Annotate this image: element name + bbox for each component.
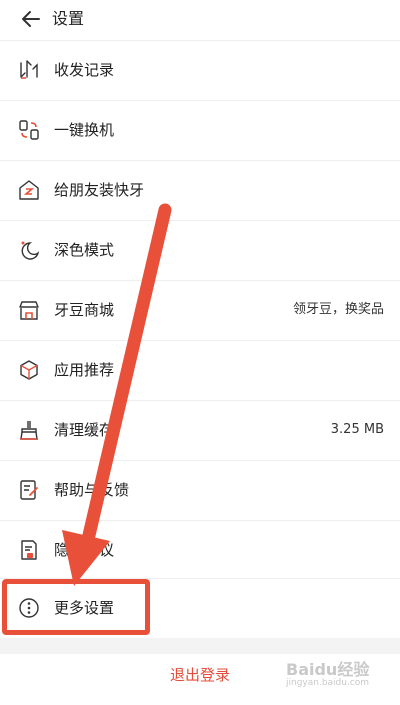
settings-item-send-records[interactable]: 收发记录 <box>0 40 400 100</box>
divider <box>0 520 400 521</box>
item-label: 帮助与反馈 <box>54 481 130 499</box>
item-label: 清理缓存 <box>54 421 115 439</box>
highlight-box <box>2 579 150 635</box>
arrow-left-icon[interactable] <box>20 8 42 30</box>
broom-icon <box>20 421 38 440</box>
item-value: 领牙豆，换奖品 <box>292 302 384 317</box>
divider <box>0 340 400 341</box>
divider <box>0 460 400 461</box>
item-label: 一键换机 <box>54 121 115 139</box>
settings-item-app-recommend[interactable]: 应用推荐 <box>0 340 400 400</box>
share-app-icon <box>19 180 39 200</box>
divider <box>0 100 400 101</box>
settings-item-clear-cache[interactable]: 清理缓存 3.25 MB <box>0 400 400 460</box>
watermark: Baidu经验 jingyan.baidu.com <box>286 650 396 695</box>
item-label: 应用推荐 <box>54 361 115 379</box>
settings-item-privacy[interactable]: 隐私协议 <box>0 520 400 580</box>
settings-item-dark-mode[interactable]: 深色模式 <box>0 220 400 280</box>
send-receive-icon <box>20 60 38 79</box>
page-title: 设置 <box>52 9 85 28</box>
cache-size: 3.25 MB <box>330 422 384 437</box>
moon-icon <box>21 241 40 260</box>
settings-item-phone-transfer[interactable]: 一键换机 <box>0 100 400 160</box>
settings-item-shop[interactable]: 牙豆商城 领牙豆，换奖品 <box>0 280 400 340</box>
shop-icon <box>19 301 39 320</box>
item-label: 隐私协议 <box>54 541 115 559</box>
divider <box>0 220 400 221</box>
feedback-edit-icon <box>20 480 38 500</box>
settings-item-help-feedback[interactable]: 帮助与反馈 <box>0 460 400 520</box>
item-label: 牙豆商城 <box>54 301 115 319</box>
settings-item-share-app[interactable]: 给朋友装快牙 <box>0 160 400 220</box>
item-label: 收发记录 <box>54 61 115 79</box>
header: 设置 <box>0 0 400 40</box>
divider <box>0 400 400 401</box>
watermark-logo: Baidu经验 <box>286 660 370 679</box>
cube-icon <box>20 360 38 380</box>
divider <box>0 160 400 161</box>
item-label: 给朋友装快牙 <box>54 181 145 199</box>
divider <box>0 40 400 41</box>
privacy-doc-icon <box>21 540 37 560</box>
watermark-url: jingyan.baidu.com <box>286 678 370 688</box>
phone-transfer-icon <box>19 120 39 140</box>
item-label: 深色模式 <box>54 241 115 259</box>
divider <box>0 280 400 281</box>
